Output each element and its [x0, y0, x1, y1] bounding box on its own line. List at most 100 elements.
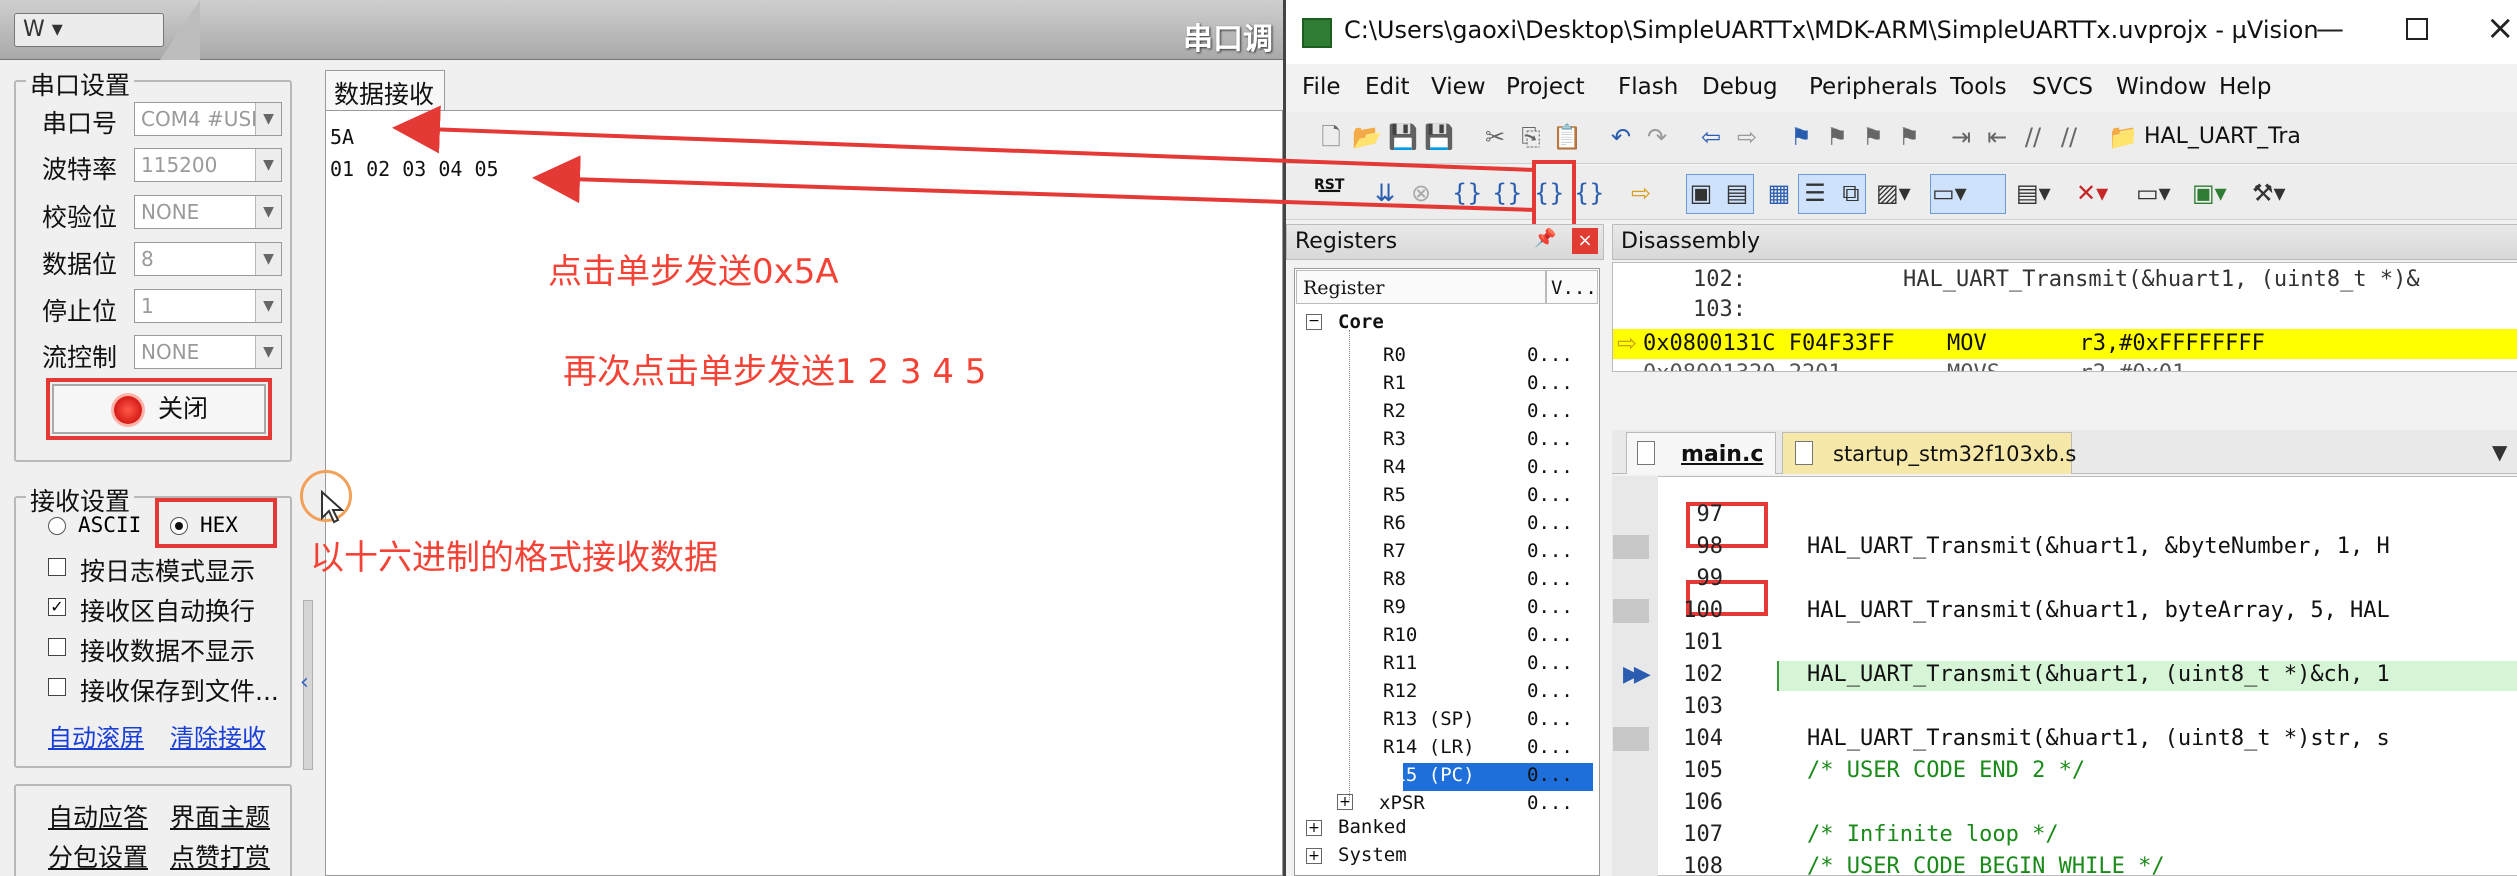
menu-svcs[interactable]: SVCS	[2032, 74, 2093, 100]
theme-link[interactable]: 界面主题	[170, 798, 270, 834]
watch-window-icon[interactable]: ▨▾	[1876, 178, 1911, 208]
hex-radio[interactable]	[170, 517, 188, 535]
paste-icon[interactable]: 📋	[1552, 122, 1582, 152]
baud-select[interactable]: 115200 ▼	[134, 148, 282, 182]
register-name[interactable]: R1	[1383, 372, 1406, 394]
register-column-header[interactable]: Register	[1296, 270, 1546, 304]
system-node[interactable]: System	[1338, 844, 1407, 866]
disassembly-view[interactable]: 102: HAL_UART_Transmit(&huart1, (uint8_t…	[1612, 262, 2517, 372]
register-value[interactable]: 0...	[1527, 624, 1573, 646]
register-name[interactable]: R7	[1383, 540, 1406, 562]
option-checkbox[interactable]	[48, 638, 66, 656]
step-icon[interactable]: {}	[1452, 178, 1483, 208]
reset-cpu-icon[interactable]: RST ▔▔	[1314, 178, 1344, 206]
nav-back-icon[interactable]: ⇦	[1696, 122, 1726, 152]
parity-select[interactable]: NONE ▼	[134, 195, 282, 229]
app-menu-button[interactable]: W ▾	[14, 13, 164, 47]
register-value[interactable]: 0...	[1527, 680, 1573, 702]
collapse-arrow-icon[interactable]: ‹	[300, 670, 309, 695]
register-value[interactable]: 0...	[1527, 512, 1573, 534]
register-value[interactable]: 0...	[1527, 792, 1573, 814]
maximize-icon[interactable]	[2406, 18, 2428, 40]
register-value[interactable]: 0...	[1527, 764, 1573, 786]
run-to-cursor-icon[interactable]: {}	[1574, 178, 1605, 208]
register-value[interactable]: 0...	[1527, 708, 1573, 730]
serial-window-icon[interactable]: ▤▾	[2016, 178, 2051, 208]
menu-window[interactable]: Window	[2116, 74, 2207, 100]
donate-link[interactable]: 点赞打赏	[170, 838, 270, 874]
step-over-icon[interactable]: {}	[1492, 178, 1523, 208]
symbols-window-icon[interactable]: ▦	[1764, 178, 1794, 208]
register-value[interactable]: 0...	[1527, 736, 1573, 758]
menu-view[interactable]: View	[1431, 74, 1486, 100]
indent-icon[interactable]: ⇥	[1946, 122, 1976, 152]
bookmark-next-icon[interactable]: ⚑	[1858, 122, 1888, 152]
save-icon[interactable]: 💾	[1388, 122, 1418, 152]
option-checkbox[interactable]	[48, 558, 66, 576]
register-value[interactable]: 0...	[1527, 568, 1573, 590]
register-value[interactable]: 0...	[1527, 652, 1573, 674]
system-viewer-icon[interactable]: ▣▾	[2192, 178, 2227, 208]
core-node[interactable]: Core	[1338, 311, 1384, 333]
flowctrl-select[interactable]: NONE ▼	[134, 335, 282, 369]
undo-icon[interactable]: ↶	[1606, 122, 1636, 152]
option-checkbox[interactable]	[48, 678, 66, 696]
register-value[interactable]: 0...	[1527, 372, 1573, 394]
code-line[interactable]: HAL_UART_Transmit(&huart1, &byteNumber, …	[1807, 534, 2517, 559]
stop-icon[interactable]: ⊗	[1406, 178, 1436, 208]
menu-help[interactable]: Help	[2219, 74, 2271, 100]
tab-startup[interactable]: startup_stm32f103xb.s	[1782, 432, 2076, 474]
register-name[interactable]: R15 (PC)	[1383, 764, 1475, 786]
code-line[interactable]: HAL_UART_Transmit(&huart1, (uint8_t *)st…	[1807, 726, 2517, 751]
banked-node[interactable]: Banked	[1338, 816, 1407, 838]
rx-tab[interactable]: 数据接收	[325, 70, 445, 110]
trace-window-icon[interactable]: ▭▾	[2136, 178, 2171, 208]
code-line[interactable]: /* USER CODE END 2 */	[1807, 758, 2517, 783]
comment-icon[interactable]: //	[2018, 122, 2048, 152]
register-name[interactable]: xPSR	[1379, 792, 1425, 814]
bookmark-icon[interactable]: ⚑	[1786, 122, 1816, 152]
auto-reply-link[interactable]: 自动应答	[48, 798, 148, 834]
packet-settings-link[interactable]: 分包设置	[48, 838, 148, 874]
register-name[interactable]: R4	[1383, 456, 1406, 478]
close-port-button[interactable]: 关闭	[52, 384, 266, 434]
minimize-icon[interactable]: —	[2316, 12, 2344, 45]
close-window-icon[interactable]: ×	[2486, 8, 2515, 48]
menu-project[interactable]: Project	[1506, 74, 1585, 100]
find-combo[interactable]: HAL_UART_Tra	[2144, 124, 2301, 149]
port-select[interactable]: COM4 #USI ▼	[134, 102, 282, 136]
code-line[interactable]: /* USER CODE BEGIN WHILE */	[1807, 854, 2517, 876]
cut-icon[interactable]: ✂	[1480, 122, 1510, 152]
stopbits-select[interactable]: 1 ▼	[134, 289, 282, 323]
value-column-header[interactable]: V...	[1546, 270, 1598, 304]
register-name[interactable]: R13 (SP)	[1383, 708, 1475, 730]
redo-icon[interactable]: ↷	[1642, 122, 1672, 152]
bookmark-clear-icon[interactable]: ⚑	[1894, 122, 1924, 152]
open-file-icon[interactable]: 📂	[1352, 122, 1382, 152]
register-value[interactable]: 0...	[1527, 540, 1573, 562]
menu-debug[interactable]: Debug	[1702, 74, 1778, 100]
register-name[interactable]: R14 (LR)	[1383, 736, 1475, 758]
code-line[interactable]: HAL_UART_Transmit(&huart1, (uint8_t *)&c…	[1807, 662, 2517, 687]
nav-forward-icon[interactable]: ⇨	[1732, 122, 1762, 152]
bookmark-prev-icon[interactable]: ⚑	[1822, 122, 1852, 152]
tab-list-dropdown-icon[interactable]: ▼	[2492, 440, 2507, 464]
copy-icon[interactable]: ⎘	[1516, 122, 1546, 152]
find-in-files-icon[interactable]: 📁	[2108, 122, 2138, 152]
clear-rx-link[interactable]: 清除接收	[170, 718, 266, 753]
register-value[interactable]: 0...	[1527, 484, 1573, 506]
toolbox-icon[interactable]: ⚒▾	[2252, 178, 2286, 208]
menu-flash[interactable]: Flash	[1618, 74, 1678, 100]
tree-expand-icon[interactable]: +	[1337, 794, 1353, 810]
tree-expand-icon[interactable]: +	[1306, 848, 1322, 864]
panel-close-icon[interactable]: ×	[1572, 228, 1598, 254]
option-checkbox[interactable]: ✓	[48, 598, 66, 616]
menu-edit[interactable]: Edit	[1365, 74, 1410, 100]
register-name[interactable]: R9	[1383, 596, 1406, 618]
register-name[interactable]: R5	[1383, 484, 1406, 506]
tab-main-c[interactable]: main.c	[1626, 432, 1776, 474]
databits-select[interactable]: 8 ▼	[134, 242, 282, 276]
save-all-icon[interactable]: 💾	[1424, 122, 1454, 152]
register-name[interactable]: R10	[1383, 624, 1417, 646]
pin-icon[interactable]: 📌	[1534, 228, 1556, 249]
